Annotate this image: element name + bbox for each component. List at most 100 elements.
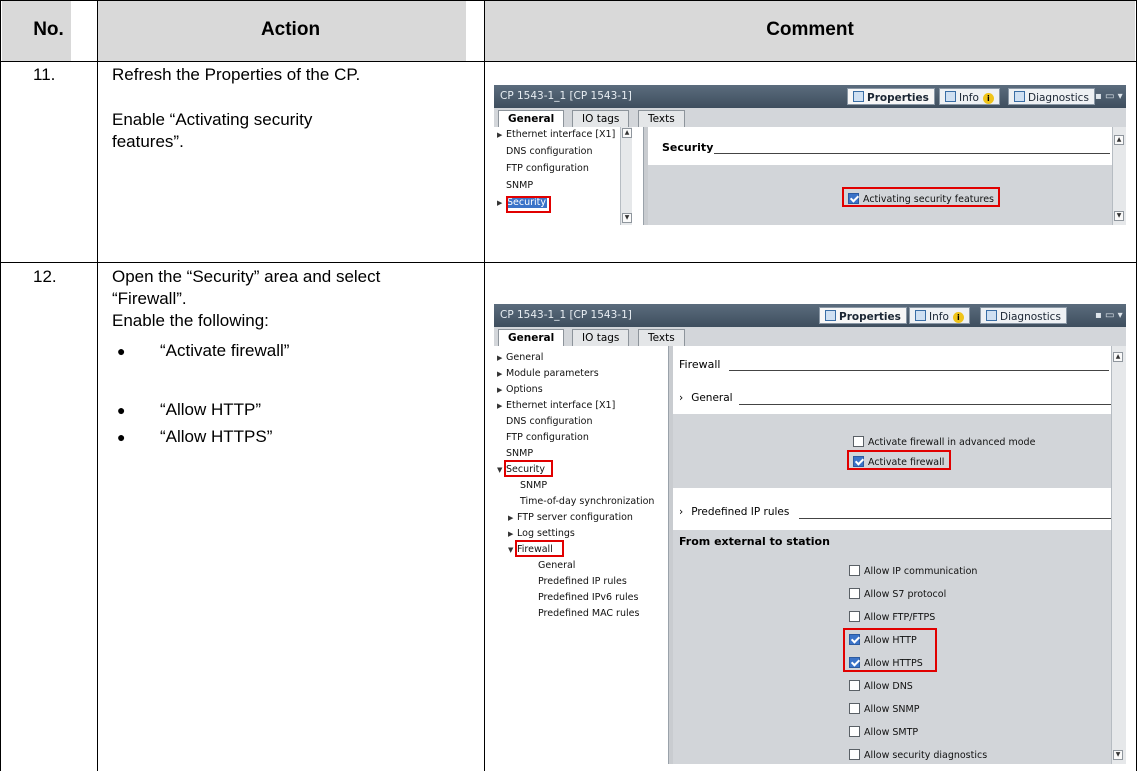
scroll-up-icon[interactable]: ▲ bbox=[622, 128, 632, 138]
allow-smtp-checkbox[interactable]: Allow SMTP bbox=[849, 726, 918, 738]
tab-row: General IO tags Texts bbox=[494, 108, 1126, 127]
nav-item-ftp-configuration[interactable]: FTP configuration bbox=[506, 432, 589, 443]
info-button[interactable]: Info i bbox=[939, 88, 1000, 105]
action-step: Open the “Security” area and select “Fir… bbox=[112, 267, 381, 308]
nav-item-predefined-mac-rules[interactable]: Predefined MAC rules bbox=[538, 608, 639, 619]
nav-item-ftp-configuration[interactable]: FTP configuration bbox=[506, 163, 589, 174]
nav-item-security-snmp[interactable]: SNMP bbox=[520, 480, 547, 491]
window-controls-icon[interactable]: ▪ ▭ ▾ bbox=[1095, 310, 1123, 321]
nav-item-time-of-day-sync[interactable]: Time-of-day synchronization bbox=[520, 496, 654, 507]
inspector-panel-firewall: CP 1543-1_1 [CP 1543-1] Properties Info i… bbox=[494, 304, 1126, 764]
nav-item-snmp[interactable]: SNMP bbox=[506, 180, 533, 191]
scroll-up-icon[interactable]: ▲ bbox=[1113, 352, 1123, 362]
action-step: Enable “Activating security features”. bbox=[112, 110, 313, 151]
window-controls-icon[interactable]: ▪ ▭ ▾ bbox=[1095, 91, 1123, 102]
section-divider bbox=[739, 404, 1111, 405]
checkbox-unchecked-icon[interactable] bbox=[849, 726, 860, 737]
nav-scrollbar[interactable]: ▲ ▼ bbox=[620, 127, 632, 225]
nav-item-predefined-ipv6-rules[interactable]: Predefined IPv6 rules bbox=[538, 592, 638, 603]
highlight-box bbox=[504, 460, 553, 477]
highlight-box bbox=[515, 540, 564, 557]
info-warning-icon: i bbox=[952, 312, 964, 323]
panel-titlebar: CP 1543-1_1 [CP 1543-1] Properties Info i… bbox=[494, 304, 1126, 327]
content-scrollbar[interactable]: ▲ ▼ bbox=[1112, 127, 1126, 225]
activate-firewall-advanced-checkbox[interactable]: Activate firewall in advanced mode bbox=[853, 436, 1035, 448]
diagnostics-icon bbox=[986, 310, 997, 321]
scroll-down-icon[interactable]: ▼ bbox=[1114, 211, 1124, 221]
properties-button[interactable]: Properties bbox=[847, 88, 935, 105]
nav-item-dns-configuration[interactable]: DNS configuration bbox=[506, 416, 593, 427]
checkbox-unchecked-icon[interactable] bbox=[849, 565, 860, 576]
diagnostics-button[interactable]: Diagnostics bbox=[980, 307, 1067, 324]
bullet-icon: ● bbox=[117, 402, 126, 418]
action-step: Enable the following: bbox=[112, 311, 269, 330]
section-divider bbox=[729, 370, 1109, 371]
tab-texts[interactable]: Texts bbox=[638, 329, 685, 346]
section-divider bbox=[799, 518, 1111, 519]
nav-item-predefined-ip-rules[interactable]: Predefined IP rules bbox=[538, 576, 627, 587]
info-button[interactable]: Info i bbox=[909, 307, 970, 324]
info-icon bbox=[915, 310, 926, 321]
highlight-box bbox=[847, 450, 951, 470]
nav-item-dns-configuration[interactable]: DNS configuration bbox=[506, 146, 593, 157]
action-step: Refresh the Properties of the CP. bbox=[112, 65, 361, 84]
highlight-box bbox=[506, 196, 551, 213]
panel-content: Security Activating security features ▲ … bbox=[648, 127, 1126, 225]
checkbox-unchecked-icon[interactable] bbox=[849, 588, 860, 599]
panel-title: CP 1543-1_1 [CP 1543-1] bbox=[500, 90, 632, 102]
allow-dns-checkbox[interactable]: Allow DNS bbox=[849, 680, 913, 692]
tab-texts[interactable]: Texts bbox=[638, 110, 685, 127]
allow-snmp-checkbox[interactable]: Allow SNMP bbox=[849, 703, 919, 715]
properties-icon bbox=[825, 310, 836, 321]
panel-titlebar: CP 1543-1_1 [CP 1543-1] Properties Info i… bbox=[494, 85, 1126, 108]
checkbox-unchecked-icon[interactable] bbox=[849, 611, 860, 622]
bullet-icon: ● bbox=[117, 343, 126, 359]
checkbox-unchecked-icon[interactable] bbox=[849, 680, 860, 691]
checkbox-unchecked-icon[interactable] bbox=[849, 749, 860, 760]
checkbox-unchecked-icon[interactable] bbox=[849, 703, 860, 714]
row-number: 11. bbox=[33, 65, 56, 84]
nav-item-options[interactable]: ▶ Options bbox=[497, 384, 543, 395]
from-external-heading: From external to station bbox=[679, 535, 830, 548]
tab-general[interactable]: General bbox=[498, 110, 565, 127]
nav-item-general[interactable]: ▶ General bbox=[497, 352, 543, 363]
tab-row: General IO tags Texts bbox=[494, 327, 1126, 346]
nav-item-firewall-general[interactable]: General bbox=[538, 560, 575, 571]
inspector-panel-security: CP 1543-1_1 [CP 1543-1] Properties Info i… bbox=[494, 85, 1126, 225]
section-title-general: › General bbox=[679, 392, 733, 404]
tab-io-tags[interactable]: IO tags bbox=[572, 110, 630, 127]
highlight-box bbox=[843, 628, 937, 672]
tab-general[interactable]: General bbox=[498, 329, 565, 346]
section-divider bbox=[714, 153, 1110, 154]
panel-title: CP 1543-1_1 [CP 1543-1] bbox=[500, 309, 632, 321]
tab-io-tags[interactable]: IO tags bbox=[572, 329, 630, 346]
properties-button[interactable]: Properties bbox=[819, 307, 907, 324]
nav-item-ftp-server-configuration[interactable]: ▶ FTP server configuration bbox=[508, 512, 633, 523]
nav-item-ethernet-interface[interactable]: ▶ Ethernet interface [X1] bbox=[497, 400, 615, 411]
header-action: Action bbox=[260, 19, 321, 40]
nav-item-log-settings[interactable]: ▶ Log settings bbox=[508, 528, 575, 539]
nav-item-ethernet-interface[interactable]: ▶ Ethernet interface [X1] bbox=[497, 129, 615, 140]
bullet-item: “Allow HTTP” bbox=[160, 400, 262, 419]
section-title-predefined-ip-rules: › Predefined IP rules bbox=[679, 506, 790, 518]
allow-s7-protocol-checkbox[interactable]: Allow S7 protocol bbox=[849, 588, 946, 600]
allow-security-diagnostics-checkbox[interactable]: Allow security diagnostics bbox=[849, 749, 987, 761]
bullet-icon: ● bbox=[117, 429, 126, 445]
scroll-down-icon[interactable]: ▼ bbox=[1113, 750, 1123, 760]
bullet-item: “Allow HTTPS” bbox=[160, 427, 273, 446]
checkbox-unchecked-icon[interactable] bbox=[853, 436, 864, 447]
nav-item-snmp[interactable]: SNMP bbox=[506, 448, 533, 459]
allow-ip-communication-checkbox[interactable]: Allow IP communication bbox=[849, 565, 977, 577]
scroll-up-icon[interactable]: ▲ bbox=[1114, 135, 1124, 145]
bullet-item: “Activate firewall” bbox=[160, 341, 290, 360]
header-comment: Comment bbox=[766, 19, 854, 40]
info-warning-icon: i bbox=[982, 93, 994, 104]
header-no: No. bbox=[33, 19, 64, 40]
diagnostics-button[interactable]: Diagnostics bbox=[1008, 88, 1095, 105]
content-scrollbar[interactable]: ▲ ▼ bbox=[1111, 346, 1126, 764]
allow-ftp-ftps-checkbox[interactable]: Allow FTP/FTPS bbox=[849, 611, 935, 623]
diagnostics-icon bbox=[1014, 91, 1025, 102]
nav-item-module-parameters[interactable]: ▶ Module parameters bbox=[497, 368, 599, 379]
properties-icon bbox=[853, 91, 864, 102]
scroll-down-icon[interactable]: ▼ bbox=[622, 213, 632, 223]
